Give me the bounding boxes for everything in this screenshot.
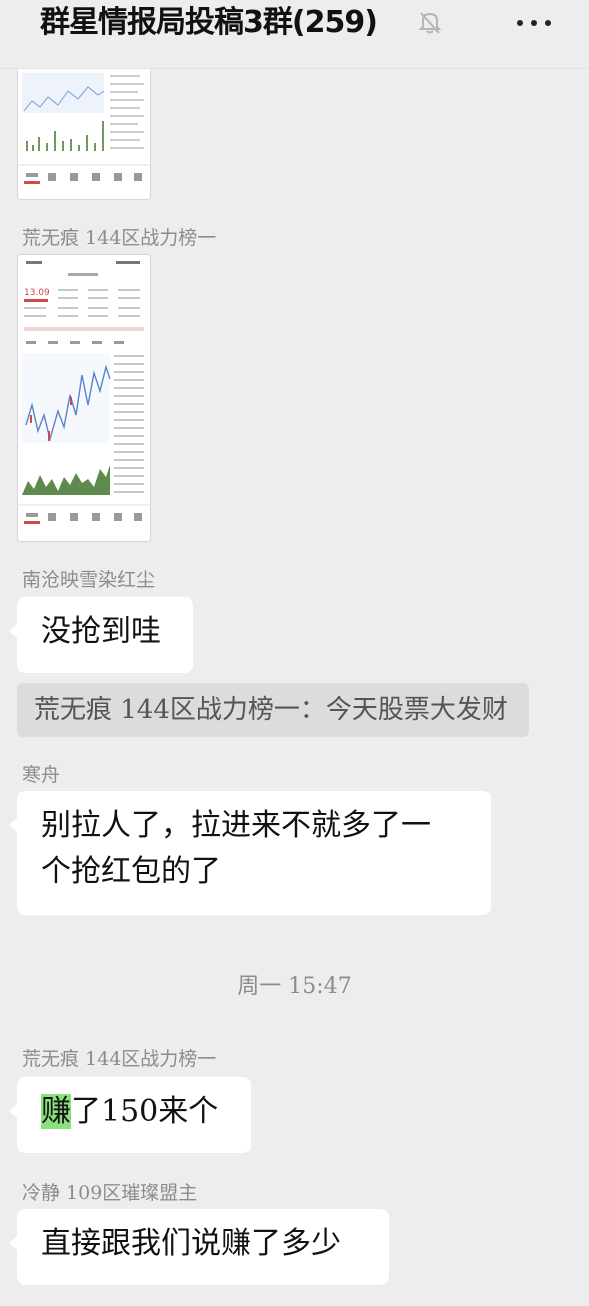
chat-title[interactable]: 群星情报局投稿3群(259) bbox=[40, 0, 378, 46]
stock-chart-image bbox=[18, 61, 150, 199]
message-text: 没抢到哇 bbox=[41, 614, 161, 649]
message-text-line: 别拉人了，拉进来不就多了一 bbox=[41, 808, 431, 843]
message-bubble[interactable]: 别拉人了，拉进来不就多了一 个抢红包的了 bbox=[9, 791, 491, 915]
message-bubble[interactable]: 没抢到哇 bbox=[9, 597, 193, 673]
message-bubble[interactable]: 直接跟我们说赚了多少 bbox=[9, 1209, 389, 1285]
more-dots-icon[interactable] bbox=[514, 14, 554, 32]
quoted-message[interactable]: 荒无痕 144区战力榜一：今天股票大发财 bbox=[17, 683, 529, 737]
message-text-line: 个抢红包的了 bbox=[41, 854, 221, 889]
bell-off-icon bbox=[418, 12, 442, 34]
message-text: 直接跟我们说赚了多少 bbox=[41, 1226, 341, 1261]
message-sender: 荒无痕 144区战力榜一 bbox=[22, 1048, 217, 1070]
chat-image-thumbnail[interactable]: 13.09 bbox=[17, 254, 151, 542]
highlighted-text: 赚 bbox=[41, 1094, 71, 1129]
stock-price: 13.09 bbox=[24, 288, 50, 298]
message-sender: 南沧映雪染红尘 bbox=[22, 569, 156, 591]
message-bubble[interactable]: 赚了150来个 bbox=[9, 1077, 251, 1153]
message-sender: 寒舟 bbox=[22, 764, 61, 786]
message-sender: 荒无痕 144区战力榜一 bbox=[22, 227, 217, 249]
chat-image-thumbnail[interactable] bbox=[17, 60, 151, 200]
message-sender: 冷静 109区璀璨盟主 bbox=[22, 1182, 198, 1204]
message-text: 了150来个 bbox=[71, 1094, 219, 1129]
time-divider: 周一 15:47 bbox=[237, 974, 352, 999]
chat-header: 群星情报局投稿3群(259) bbox=[0, 0, 589, 69]
stock-chart-image: 13.09 bbox=[18, 255, 150, 541]
